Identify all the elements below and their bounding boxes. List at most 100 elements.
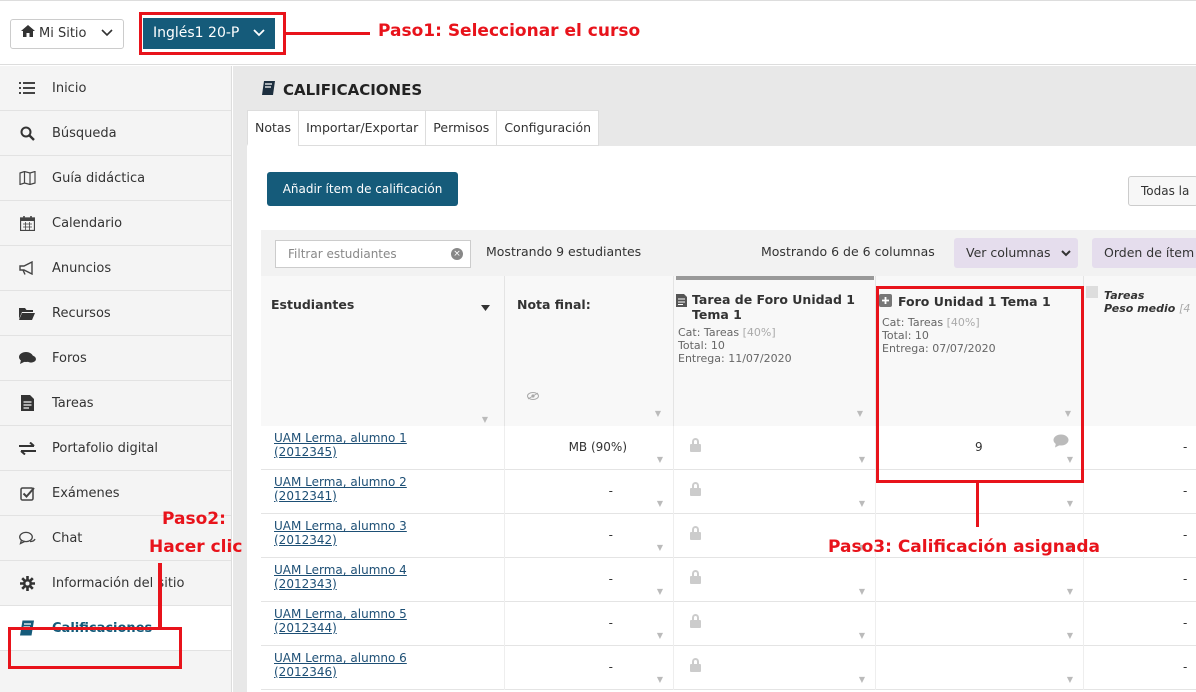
students-header-label: Estudiantes: [271, 297, 355, 312]
student-cell: UAM Lerma, alumno 6 (2012346): [261, 646, 505, 690]
sidebar-item-busqueda[interactable]: Búsqueda: [0, 111, 231, 156]
cell-menu-icon[interactable]: ▼: [1067, 587, 1073, 596]
sidebar-item-calendario[interactable]: Calendario: [0, 201, 231, 246]
view-columns-button[interactable]: Ver columnas: [954, 238, 1078, 268]
folder-icon: [18, 305, 36, 321]
step2-highlight-box: [8, 627, 182, 669]
grid-toolbar: Filtrar estudiantes × Mostrando 9 estudi…: [261, 230, 1196, 276]
student-link[interactable]: UAM Lerma, alumno 1 (2012345): [274, 431, 407, 459]
cell-menu-icon[interactable]: ▼: [657, 499, 663, 508]
sidebar: Inicio Búsqueda Guía didáctica Calendario An…: [0, 66, 232, 692]
filter-students-input[interactable]: Filtrar estudiantes ×: [275, 240, 471, 268]
grade-cell-locked[interactable]: ▼: [674, 602, 876, 646]
cell-menu-icon[interactable]: ▼: [657, 675, 663, 684]
grade-cell[interactable]: ▼: [876, 602, 1084, 646]
sidebar-item-label: Búsqueda: [52, 125, 117, 141]
category-value: -: [1183, 660, 1188, 674]
page-title-text: CALIFICACIONES: [283, 81, 423, 99]
lock-icon: [690, 526, 701, 540]
sidebar-item-guia-didactica[interactable]: Guía didáctica: [0, 156, 231, 201]
category-value: -: [1183, 528, 1188, 542]
cell-menu-icon[interactable]: ▼: [1067, 631, 1073, 640]
all-button[interactable]: Todas la: [1128, 176, 1196, 206]
tab-permisos[interactable]: Permisos: [425, 110, 497, 146]
student-cell: UAM Lerma, alumno 5 (2012344): [261, 602, 505, 646]
calendar-icon: [18, 215, 36, 231]
add-grade-item-button[interactable]: Añadir ítem de calificación: [267, 172, 458, 206]
student-link[interactable]: UAM Lerma, alumno 2 (2012341): [274, 475, 407, 503]
cell-menu-icon[interactable]: ▼: [657, 587, 663, 596]
grade-cell[interactable]: ▼: [876, 646, 1084, 690]
sidebar-item-tareas[interactable]: Tareas: [0, 381, 231, 426]
final-grade-value: -: [608, 616, 613, 630]
category-cell: -: [1084, 646, 1196, 690]
cell-menu-icon[interactable]: ▼: [859, 587, 865, 596]
cell-menu-icon[interactable]: ▼: [859, 631, 865, 640]
cell-menu-icon[interactable]: ▼: [859, 499, 865, 508]
sidebar-item-label: Información del sitio: [52, 575, 185, 591]
column-menu-icon[interactable]: ▼: [857, 409, 863, 418]
cell-menu-icon[interactable]: ▼: [657, 543, 663, 552]
cell-menu-icon[interactable]: ▼: [1067, 675, 1073, 684]
sidebar-item-recursos[interactable]: Recursos: [0, 291, 231, 336]
student-cell: UAM Lerma, alumno 1 (2012345): [261, 426, 505, 470]
step1-label: Paso1: Seleccionar el curso: [378, 21, 641, 41]
sidebar-item-informacion-del-sitio[interactable]: Información del sitio: [0, 561, 231, 606]
order-items-button[interactable]: Orden de ítem: [1092, 238, 1196, 268]
grade-cell[interactable]: ▼: [876, 558, 1084, 602]
sidebar-item-inicio[interactable]: Inicio: [0, 66, 231, 111]
tab-notas[interactable]: Notas: [247, 110, 299, 146]
lock-icon: [690, 570, 701, 584]
category-cell: -: [1084, 426, 1196, 470]
page-title: CALIFICACIONES: [261, 80, 422, 100]
comments-icon: [18, 350, 36, 366]
sort-caret-icon[interactable]: [481, 300, 490, 315]
final-grade-cell: - ▼: [505, 646, 674, 690]
column-menu-icon[interactable]: ▼: [482, 415, 488, 424]
category-cell: -: [1084, 558, 1196, 602]
step2-label-line1: Paso2:: [162, 509, 226, 529]
my-site-button[interactable]: Mi Sitio: [10, 19, 124, 49]
student-link[interactable]: UAM Lerma, alumno 4 (2012343): [274, 563, 407, 591]
step3-highlight-box: [876, 286, 1084, 483]
sidebar-item-portafolio-digital[interactable]: Portafolio digital: [0, 426, 231, 471]
sidebar-item-label: Portafolio digital: [52, 440, 158, 456]
student-cell: UAM Lerma, alumno 4 (2012343): [261, 558, 505, 602]
step2-label-line2: Hacer clic: [149, 537, 243, 557]
grade-cell-locked[interactable]: ▼: [674, 426, 876, 470]
student-link[interactable]: UAM Lerma, alumno 5 (2012344): [274, 607, 407, 635]
cell-menu-icon[interactable]: ▼: [859, 675, 865, 684]
lock-icon: [690, 482, 701, 496]
student-link[interactable]: UAM Lerma, alumno 3 (2012342): [274, 519, 407, 547]
sidebar-item-label: Anuncios: [52, 260, 112, 276]
lock-icon: [690, 614, 701, 628]
cell-menu-icon[interactable]: ▼: [1067, 499, 1073, 508]
final-grade-value: -: [608, 528, 613, 542]
col1-title[interactable]: Tarea de Foro Unidad 1 Tema 1: [692, 292, 872, 322]
book-icon: [261, 80, 277, 100]
student-link[interactable]: UAM Lerma, alumno 6 (2012346): [274, 651, 407, 679]
cell-menu-icon[interactable]: ▼: [859, 455, 865, 464]
grade-cell-locked[interactable]: ▼: [674, 558, 876, 602]
sidebar-item-label: Tareas: [52, 395, 94, 411]
tab-configuracion[interactable]: Configuración: [496, 110, 600, 146]
category-cell: -: [1084, 602, 1196, 646]
tab-bar: Notas Importar/Exportar Permisos Configu…: [247, 110, 600, 146]
filter-placeholder: Filtrar estudiantes: [288, 247, 397, 261]
col1-due: Entrega: 11/07/2020: [678, 352, 792, 365]
grade-cell-locked[interactable]: ▼: [674, 470, 876, 514]
cell-menu-icon[interactable]: ▼: [657, 631, 663, 640]
sidebar-item-foros[interactable]: Foros: [0, 336, 231, 381]
column-menu-icon[interactable]: ▼: [655, 409, 661, 418]
final-grade-cell: - ▼: [505, 558, 674, 602]
sidebar-item-label: Guía didáctica: [52, 170, 146, 186]
map-icon: [18, 170, 36, 186]
exchange-icon: [18, 440, 36, 456]
clear-icon[interactable]: ×: [451, 248, 463, 260]
sidebar-item-anuncios[interactable]: Anuncios: [0, 246, 231, 291]
cell-menu-icon[interactable]: ▼: [657, 455, 663, 464]
header-tarea-foro: Tarea de Foro Unidad 1 Tema 1 Cat: Tarea…: [674, 276, 876, 426]
eye-hidden-icon[interactable]: [527, 389, 539, 404]
grade-cell-locked[interactable]: ▼: [674, 646, 876, 690]
tab-import-export[interactable]: Importar/Exportar: [298, 110, 426, 146]
